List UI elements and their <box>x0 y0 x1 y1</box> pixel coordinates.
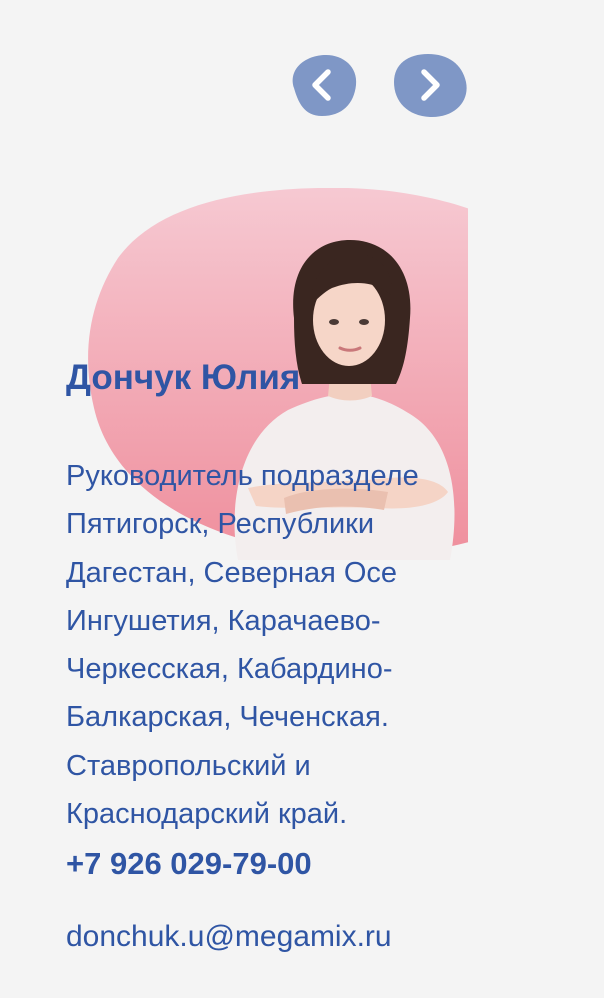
position-line: Руководитель подразделе <box>66 460 419 492</box>
position-line: Ингушетия, Карачаево- <box>66 604 381 637</box>
position-line: Балкарская, Чеченская. <box>66 701 389 734</box>
employee-card: Дончук Юлия Руководитель подразделе Пяти… <box>0 140 468 998</box>
position-line: Ставропольский и <box>66 749 311 782</box>
employee-name: Дончук Юлия <box>66 358 301 397</box>
employee-position: Руководитель подразделе Пятигорск, Респу… <box>66 452 466 838</box>
chevron-right-icon <box>394 54 467 118</box>
email-link[interactable]: donchuk.u@megamix.ru <box>66 920 392 954</box>
position-line: Черкесская, Кабардино- <box>66 653 393 686</box>
chevron-left-icon <box>292 54 357 116</box>
phone-link[interactable]: +7 926 029-79-00 <box>66 846 312 882</box>
next-button[interactable] <box>392 52 468 118</box>
position-line: Дагестан, Северная Осе <box>66 556 398 589</box>
position-line: Пятигорск, Республики <box>66 508 375 541</box>
position-line: Краснодарский край. <box>66 798 348 831</box>
previous-button[interactable] <box>284 52 360 118</box>
